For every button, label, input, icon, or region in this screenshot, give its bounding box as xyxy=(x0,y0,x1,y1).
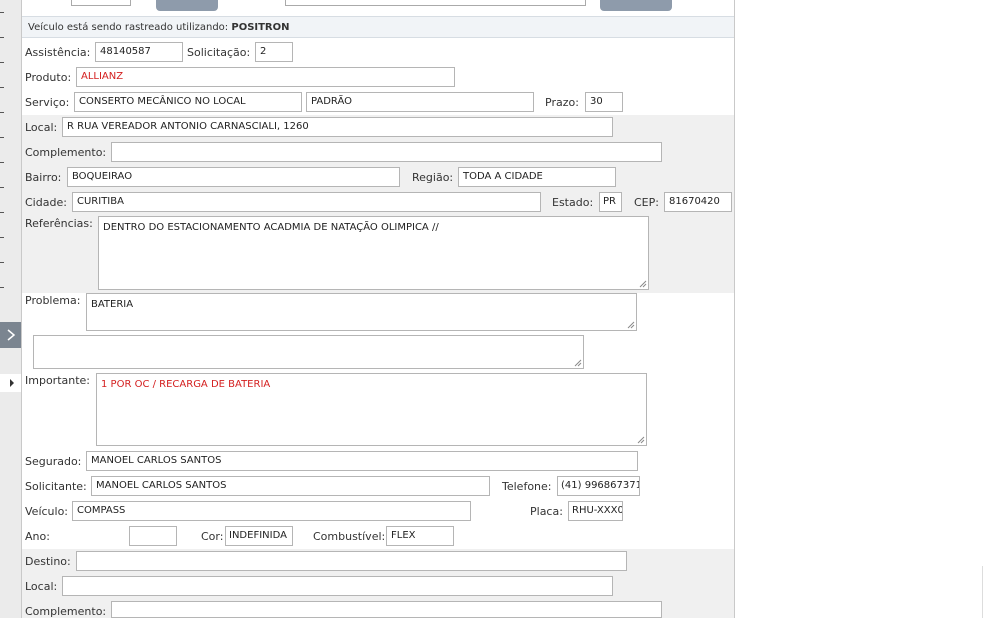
top-input-wide[interactable] xyxy=(285,0,586,6)
bairro-field[interactable]: BOQUEIRAO xyxy=(67,167,400,187)
solicitante-label: Solicitante: xyxy=(25,480,87,493)
telefone-label: Telefone: xyxy=(502,480,552,493)
tracking-notice: Veículo está sendo rastreado utilizando:… xyxy=(22,16,734,38)
rail-tick xyxy=(0,37,4,38)
destino-field[interactable] xyxy=(76,551,627,571)
top-input-small[interactable] xyxy=(71,0,131,6)
rail-tick xyxy=(0,12,4,13)
rail-tick xyxy=(0,62,4,63)
local-label: Local: xyxy=(25,121,58,134)
segurado-field[interactable]: MANOEL CARLOS SANTOS xyxy=(86,451,638,471)
tracker-name: POSITRON xyxy=(231,22,290,33)
problema-extra-textarea[interactable] xyxy=(33,335,584,369)
chevron-right-icon xyxy=(7,329,15,341)
caret-right-icon xyxy=(10,379,14,387)
importante-label: Importante: xyxy=(25,374,91,387)
destino-local-label: Local: xyxy=(25,580,58,593)
segurado-label: Segurado: xyxy=(25,455,82,468)
cor-label: Cor: xyxy=(201,530,224,543)
referencias-textarea[interactable]: DENTRO DO ESTACIONAMENTO ACADMIA DE NATA… xyxy=(98,216,649,290)
importante-textarea[interactable]: 1 POR OC / RECARGA DE BATERIA xyxy=(96,373,647,446)
regiao-label: Região: xyxy=(412,171,454,184)
expand-sidebar-button[interactable] xyxy=(0,322,21,348)
cor-field[interactable]: INDEFINIDA xyxy=(225,526,293,546)
referencias-label: Referências: xyxy=(25,217,93,230)
top-toolbar xyxy=(22,0,734,16)
problema-label: Problema: xyxy=(25,294,81,307)
destino-local-field[interactable] xyxy=(62,576,613,596)
servico-field[interactable]: CONSERTO MECÂNICO NO LOCAL xyxy=(74,92,302,112)
produto-label: Produto: xyxy=(25,71,72,84)
bairro-label: Bairro: xyxy=(25,171,62,184)
prazo-field[interactable]: 30 xyxy=(585,92,623,112)
top-button-right[interactable] xyxy=(600,0,672,11)
cep-label: CEP: xyxy=(634,196,659,209)
solicitacao-field[interactable]: 2 xyxy=(255,42,293,62)
rail-tick xyxy=(0,187,4,188)
rail-tick xyxy=(0,112,4,113)
resize-grip-icon[interactable] xyxy=(639,280,647,288)
ano-field[interactable] xyxy=(129,526,177,546)
veiculo-label: Veículo: xyxy=(25,505,69,518)
problema-text: BATERIA xyxy=(91,299,134,310)
rail-tick xyxy=(0,262,4,263)
servico-type-field[interactable]: PADRÃO xyxy=(306,92,534,112)
destino-complemento-field[interactable] xyxy=(111,601,662,618)
expand-row-button[interactable] xyxy=(0,374,21,392)
referencias-text: DENTRO DO ESTACIONAMENTO ACADMIA DE NATA… xyxy=(103,222,439,233)
ano-label: Ano: xyxy=(25,530,50,543)
cep-field[interactable]: 81670420 xyxy=(664,192,732,212)
complemento-field[interactable] xyxy=(111,142,662,162)
prazo-label: Prazo: xyxy=(545,96,579,109)
cidade-label: Cidade: xyxy=(25,196,67,209)
destino-complemento-label: Complemento: xyxy=(25,605,107,618)
combustivel-field[interactable]: FLEX xyxy=(386,526,454,546)
complemento-label: Complemento: xyxy=(25,146,107,159)
tracking-notice-text: Veículo está sendo rastreado utilizando: xyxy=(28,22,229,33)
resize-grip-icon[interactable] xyxy=(574,359,582,367)
produto-field[interactable]: ALLIANZ xyxy=(76,67,455,87)
estado-field[interactable]: PR xyxy=(599,192,622,212)
rail-tick xyxy=(0,287,4,288)
left-sidebar-rail xyxy=(0,0,22,618)
rail-tick xyxy=(0,212,4,213)
assistencia-field[interactable]: 48140587 xyxy=(95,42,183,62)
rail-tick xyxy=(0,237,4,238)
rail-tick xyxy=(0,87,4,88)
placa-label: Placa: xyxy=(530,505,563,518)
regiao-field[interactable]: TODA A CIDADE xyxy=(458,167,616,187)
problema-textarea[interactable]: BATERIA xyxy=(86,293,637,331)
veiculo-field[interactable]: COMPASS xyxy=(72,501,471,521)
telefone-field[interactable]: (41) 996867371 xyxy=(557,476,640,496)
servico-label: Serviço: xyxy=(25,96,70,109)
assistencia-label: Assistência: xyxy=(25,46,91,59)
placa-field[interactable]: RHU-XXX0 xyxy=(568,501,623,521)
rail-tick xyxy=(0,137,4,138)
local-field[interactable]: R RUA VEREADOR ANTONIO CARNASCIALI, 1260 xyxy=(62,117,613,137)
importante-text: 1 POR OC / RECARGA DE BATERIA xyxy=(101,379,271,390)
resize-grip-icon[interactable] xyxy=(627,321,635,329)
top-button[interactable] xyxy=(156,0,218,11)
combustivel-label: Combustível: xyxy=(313,530,386,543)
estado-label: Estado: xyxy=(552,196,594,209)
cidade-field[interactable]: CURITIBA xyxy=(72,192,541,212)
rail-tick xyxy=(0,162,4,163)
resize-grip-icon[interactable] xyxy=(637,436,645,444)
service-request-form: Veículo está sendo rastreado utilizando:… xyxy=(22,0,735,618)
destino-label: Destino: xyxy=(25,555,71,568)
solicitante-field[interactable]: MANOEL CARLOS SANTOS xyxy=(91,476,490,496)
solicitacao-label: Solicitação: xyxy=(187,46,251,59)
